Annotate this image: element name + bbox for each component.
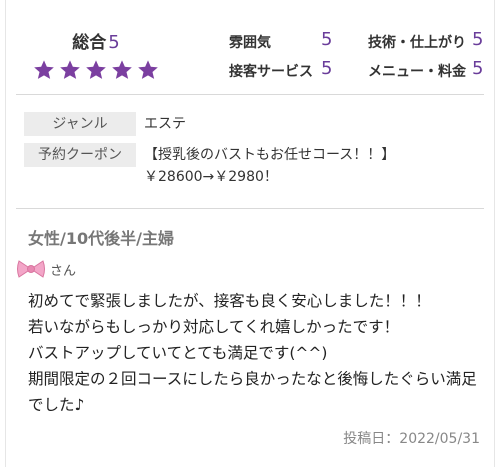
menu-value: 5 [472,58,484,79]
info-table: ジャンル エステ 予約クーポン 【授乳後のバストもお任せコース！！】￥28600… [24,112,484,195]
technique-label: 技術・仕上がり [368,35,466,51]
star-icon [34,60,54,79]
service-label: 接客サービス [229,64,313,80]
star-icon [112,60,132,79]
menu-label: メニュー・料金 [368,64,466,80]
coupon-row: 予約クーポン 【授乳後のバストもお任せコース！！】￥28600→￥2980！ [24,143,484,188]
overall-value: 5 [108,32,120,53]
service-rating: 接客サービス 5 [229,58,332,81]
overall-score: 総合 5 [26,28,166,53]
star-icon [138,60,158,79]
atmosphere-rating: 雰囲気 5 [229,29,332,52]
review-line: バストアップしていてとても満足です(^^) [28,344,328,362]
nickname-text: さん [50,263,77,279]
reviewer-nickname: さん [16,258,76,280]
overall-rating: 総合 5 [26,28,166,81]
star-rating [26,59,166,81]
posted-date: 投稿日：2022/05/31 [343,431,480,447]
technique-rating: 技術・仕上がり 5 [368,29,483,52]
star-icon [86,60,106,79]
review-line: 期間限定の２回コースにしたら良かったなと後悔したぐらい満足でした♪ [28,370,477,414]
ribbon-icon [17,260,45,278]
overall-label: 総合 [72,33,107,53]
divider [16,208,484,209]
review-line: 若いながらもしっかり対応してくれ嬉しかったです！ [28,318,400,336]
coupon-value[interactable]: 【授乳後のバストもお任せコース！！】￥28600→￥2980！ [136,144,474,188]
review-card: 総合 5 雰囲気 5 技術・仕上がり 5 接客サービス 5 メニュー・料金 5 ジ… [5,0,495,467]
genre-row: ジャンル エステ [24,112,484,136]
review-line: 初めてで緊張しましたが、接客も良く安心しました！！！ [28,292,431,310]
genre-value: エステ [144,116,186,132]
atmosphere-value: 5 [321,29,333,50]
technique-value: 5 [472,29,484,50]
reviewer-profile: 女性/10代後半/主婦 [28,229,174,248]
service-value: 5 [321,58,333,79]
star-icon [60,60,80,79]
atmosphere-label: 雰囲気 [229,35,271,51]
divider [16,94,484,95]
coupon-key: 予約クーポン [24,143,136,167]
genre-key: ジャンル [24,112,136,136]
menu-rating: メニュー・料金 5 [368,58,483,81]
review-body: 初めてで緊張しましたが、接客も良く安心しました！！！ 若いながらもしっかり対応し… [28,288,488,418]
